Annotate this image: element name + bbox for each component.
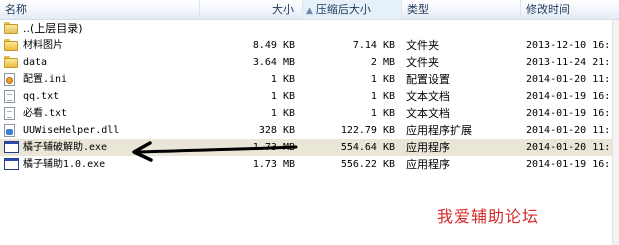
file-type: 应用程序: [406, 158, 450, 171]
file-compressed-size: 1 KB: [370, 91, 395, 102]
file-name: ..(上层目录): [23, 22, 83, 35]
column-header-size-label: 大小: [272, 3, 294, 16]
file-type: 文本文档: [406, 90, 450, 103]
folder-icon: [4, 39, 18, 52]
file-row-parent-directory[interactable]: ..(上层目录): [0, 20, 619, 37]
file-row[interactable]: 材料图片 8.49 KB 7.14 KB 文件夹 2013-12-10 16:: [0, 37, 619, 54]
file-compressed-size: 7.14 KB: [352, 40, 395, 51]
file-type: 配置设置: [406, 73, 450, 86]
folder-icon: [4, 56, 18, 69]
file-compressed-size: 2 MB: [370, 57, 395, 68]
file-compressed-size: 554.64 KB: [340, 142, 395, 153]
file-compressed-size: 1 KB: [370, 74, 395, 85]
file-name: qq.txt: [23, 91, 60, 102]
file-list: ..(上层目录) 材料图片 8.49 KB 7.14 KB 文件夹 2013-1…: [0, 20, 619, 173]
file-row[interactable]: data 3.64 MB 2 MB 文件夹 2013-11-24 21:: [0, 54, 619, 71]
file-row[interactable]: qq.txt 1 KB 1 KB 文本文档 2014-01-19 16:: [0, 88, 619, 105]
file-size: 1 KB: [270, 108, 295, 119]
file-name: 橘子辅助1.0.exe: [23, 159, 106, 170]
column-header-compressed-size-label: 压缩后大小: [315, 3, 371, 16]
watermark-text: 我爱辅助论坛: [437, 207, 540, 226]
column-header-bar: 名称 大小 ▲ 压缩后大小 类型 修改时间: [0, 0, 619, 20]
file-row[interactable]: 橘子辅助1.0.exe 1.73 MB 556.22 KB 应用程序 2014-…: [0, 156, 619, 173]
file-type: 应用程序扩展: [406, 124, 472, 137]
file-type: 文件夹: [406, 56, 439, 69]
file-size: 1.73 MB: [252, 142, 295, 153]
file-modified: 2014-01-20 11:: [526, 74, 611, 85]
file-modified: 2013-11-24 21:: [526, 57, 611, 68]
column-header-modified[interactable]: 修改时间: [521, 0, 619, 19]
dll-file-icon: [4, 124, 15, 137]
file-modified: 2014-01-19 16:: [526, 91, 611, 102]
file-name: data: [23, 57, 48, 68]
column-header-size[interactable]: 大小: [200, 0, 303, 19]
column-header-type[interactable]: 类型: [402, 0, 521, 19]
up-folder-icon: [4, 22, 18, 35]
file-size: 328 KB: [258, 125, 295, 136]
file-size: 3.64 MB: [252, 57, 295, 68]
sort-ascending-icon: ▲: [306, 6, 313, 16]
file-modified: 2014-01-20 11:: [526, 125, 611, 136]
file-compressed-size: 556.22 KB: [340, 159, 395, 170]
file-compressed-size: 1 KB: [370, 108, 395, 119]
file-row[interactable]: UUWiseHelper.dll 328 KB 122.79 KB 应用程序扩展…: [0, 122, 619, 139]
column-header-name[interactable]: 名称: [0, 0, 200, 19]
file-type: 文本文档: [406, 107, 450, 120]
file-size: 1.73 MB: [252, 159, 295, 170]
file-name: 材料图片: [23, 40, 63, 51]
file-modified: 2014-01-19 16:: [526, 108, 611, 119]
exe-file-icon: [4, 158, 19, 170]
text-file-icon: [4, 107, 15, 120]
file-type: 文件夹: [406, 39, 439, 52]
column-header-name-label: 名称: [5, 3, 27, 16]
settings-file-icon: [4, 73, 15, 86]
column-header-type-label: 类型: [407, 3, 429, 16]
file-size: 1 KB: [270, 91, 295, 102]
file-row[interactable]: 配置.ini 1 KB 1 KB 配置设置 2014-01-20 11:: [0, 71, 619, 88]
file-modified: 2014-01-20 11:: [526, 142, 611, 153]
text-file-icon: [4, 90, 15, 103]
file-modified: 2014-01-19 16:: [526, 159, 611, 170]
file-name: 必看.txt: [23, 108, 68, 119]
file-compressed-size: 122.79 KB: [340, 125, 395, 136]
file-name: 橘子辅破解助.exe: [23, 142, 108, 153]
vertical-scrollbar[interactable]: [612, 20, 619, 245]
file-row-selected[interactable]: 橘子辅破解助.exe 1.73 MB 554.64 KB 应用程序 2014-0…: [0, 139, 619, 156]
file-size: 8.49 KB: [252, 40, 295, 51]
column-header-compressed-size[interactable]: ▲ 压缩后大小: [303, 0, 402, 19]
file-type: 应用程序: [406, 141, 450, 154]
file-modified: 2013-12-10 16:: [526, 40, 611, 51]
exe-file-icon: [4, 141, 19, 153]
file-name: 配置.ini: [23, 74, 68, 85]
file-name: UUWiseHelper.dll: [23, 125, 120, 136]
file-size: 1 KB: [270, 74, 295, 85]
file-row[interactable]: 必看.txt 1 KB 1 KB 文本文档 2014-01-19 16:: [0, 105, 619, 122]
column-header-modified-label: 修改时间: [526, 3, 570, 16]
